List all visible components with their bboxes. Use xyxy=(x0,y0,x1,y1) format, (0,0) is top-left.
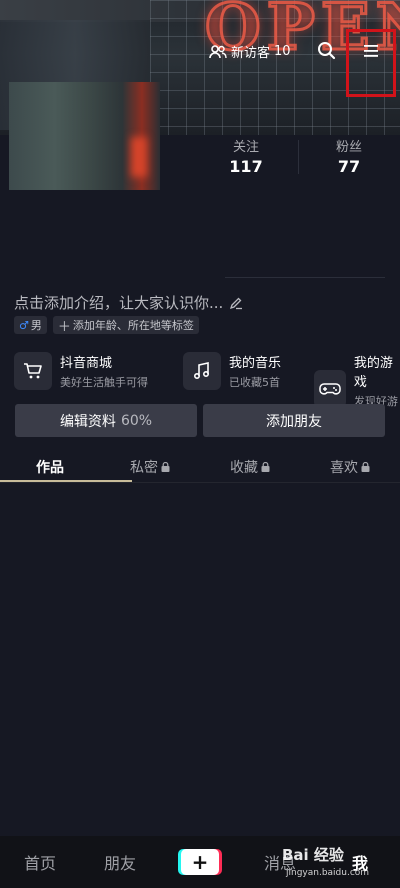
edit-profile-button[interactable]: 编辑资料 60% xyxy=(15,404,197,437)
plus-icon: ＋ xyxy=(57,319,71,335)
following-stat[interactable]: 关注 117 xyxy=(196,136,296,176)
add-tag-button[interactable]: ＋ 添加年龄、所在地等标签 xyxy=(52,316,199,335)
tab-private-label: 私密 xyxy=(130,460,158,476)
add-tag-label: 添加年龄、所在地等标签 xyxy=(72,319,194,332)
gender-tag[interactable]: ♂ 男 xyxy=(14,316,47,334)
tab-likes[interactable]: 喜欢 xyxy=(300,452,400,482)
profile-tags: ♂ 男 ＋ 添加年龄、所在地等标签 xyxy=(14,316,199,335)
cart-icon xyxy=(14,352,52,390)
lock-icon xyxy=(261,462,270,472)
shop-link[interactable]: 抖音商城 美好生活触手可得 xyxy=(14,352,148,390)
following-label: 关注 xyxy=(232,140,259,155)
search-icon xyxy=(318,42,336,60)
shop-subtitle: 美好生活触手可得 xyxy=(60,376,148,389)
nav-friends[interactable]: 朋友 xyxy=(80,850,160,874)
bottom-nav: 首页 朋友 + 消息 我 xyxy=(0,836,400,888)
lock-icon xyxy=(361,462,370,472)
music-subtitle: 已收藏5首 xyxy=(229,376,280,389)
visitors-icon xyxy=(209,44,227,58)
bio-text: 点击添加介绍，让大家认识你... xyxy=(14,294,224,312)
plus-icon: + xyxy=(181,849,219,875)
lock-icon xyxy=(161,462,170,472)
tabs-divider xyxy=(0,482,400,483)
tab-favorites[interactable]: 收藏 xyxy=(200,452,300,482)
tab-likes-label: 喜欢 xyxy=(330,460,358,476)
male-icon: ♂ xyxy=(19,318,29,332)
followers-label: 粉丝 xyxy=(335,140,362,155)
nav-me[interactable]: 我 xyxy=(320,850,400,874)
followers-count: 77 xyxy=(337,157,361,176)
tab-private[interactable]: 私密 xyxy=(100,452,200,482)
profile-completion: 60% xyxy=(120,412,153,429)
new-visitors-button[interactable]: 新访客 10 xyxy=(209,42,291,61)
shop-title: 抖音商城 xyxy=(60,356,113,371)
following-count: 117 xyxy=(229,157,263,176)
tab-works[interactable]: 作品 xyxy=(0,452,100,482)
music-title: 我的音乐 xyxy=(229,356,282,371)
music-note-icon xyxy=(183,352,221,390)
music-link[interactable]: 我的音乐 已收藏5首 xyxy=(183,352,281,390)
avatar[interactable] xyxy=(9,82,160,190)
tab-works-label: 作品 xyxy=(36,460,64,476)
add-friend-label: 添加朋友 xyxy=(266,413,322,430)
visitor-count: 10 xyxy=(274,44,291,59)
tab-favorites-label: 收藏 xyxy=(230,460,258,476)
visitor-label: 新访客 xyxy=(231,46,271,61)
menu-button[interactable] xyxy=(346,29,396,97)
create-button[interactable]: + xyxy=(160,849,240,875)
followers-stat[interactable]: 粉丝 77 xyxy=(299,136,399,176)
search-button[interactable] xyxy=(316,40,338,62)
content-tabs: 作品 私密 收藏 喜欢 xyxy=(0,452,400,482)
add-friend-button[interactable]: 添加朋友 xyxy=(203,404,385,437)
nav-home[interactable]: 首页 xyxy=(0,850,80,874)
games-title: 我的游戏 xyxy=(353,356,393,390)
nav-messages[interactable]: 消息 xyxy=(240,850,320,874)
divider xyxy=(225,277,385,278)
gender-label: 男 xyxy=(30,319,42,332)
hamburger-menu-icon xyxy=(364,45,378,57)
gamepad-icon xyxy=(314,369,346,408)
edit-profile-label: 编辑资料 xyxy=(59,413,116,430)
bio-edit[interactable]: 点击添加介绍，让大家认识你... xyxy=(14,292,243,313)
pencil-icon xyxy=(230,297,243,309)
